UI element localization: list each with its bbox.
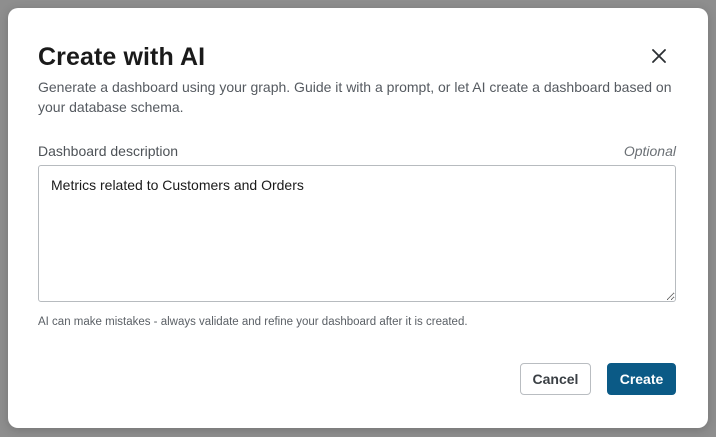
close-button[interactable] bbox=[646, 44, 672, 70]
dashboard-description-label: Dashboard description bbox=[38, 143, 179, 159]
close-icon bbox=[652, 48, 666, 66]
cancel-button[interactable]: Cancel bbox=[520, 363, 591, 395]
dialog-subtitle: Generate a dashboard using your graph. G… bbox=[38, 79, 672, 115]
ai-disclaimer-hint: AI can make mistakes - always validate a… bbox=[38, 316, 468, 328]
dashboard-description-input[interactable]: Metrics related to Customers and Orders bbox=[38, 165, 676, 302]
create-with-ai-dialog: Create with AI Generate a dashboard usin… bbox=[8, 8, 708, 428]
optional-label: Optional bbox=[623, 143, 676, 159]
dialog-title: Create with AI bbox=[38, 43, 206, 71]
create-button[interactable]: Create bbox=[607, 363, 676, 395]
